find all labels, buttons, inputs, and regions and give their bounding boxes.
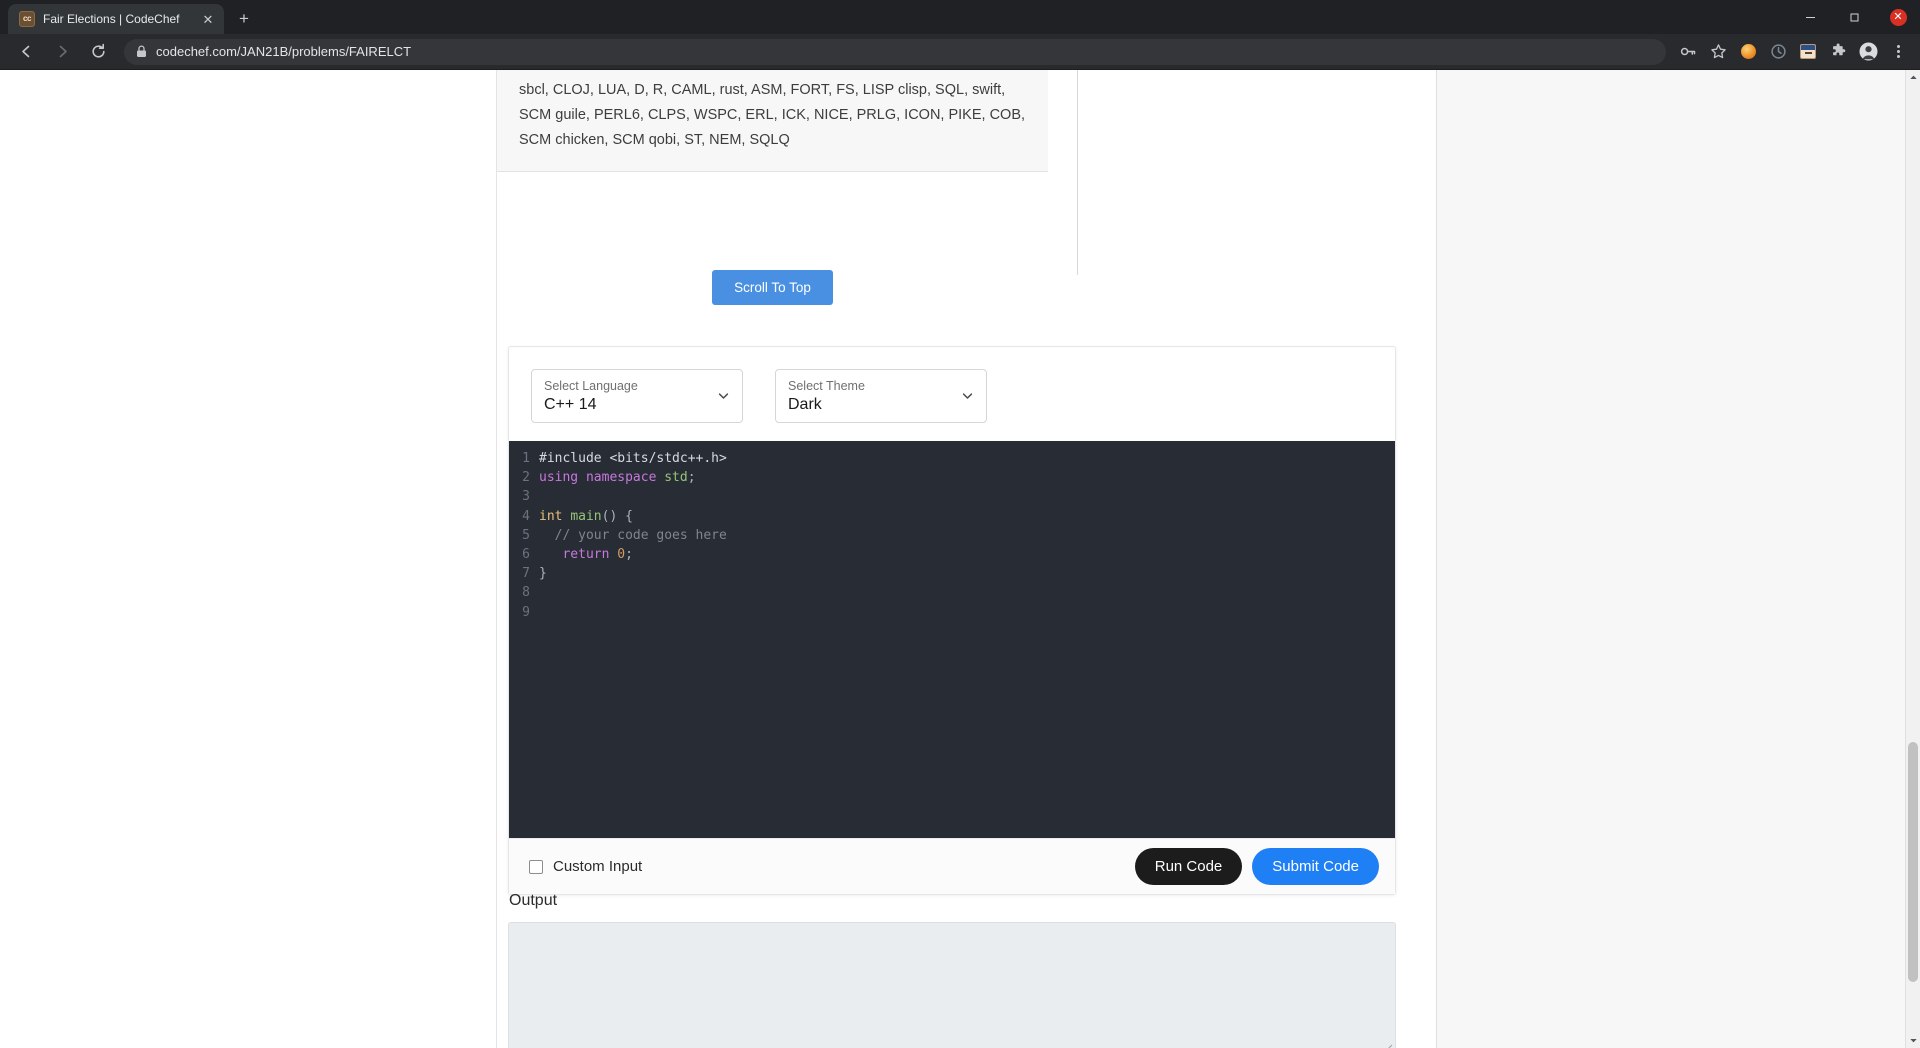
password-key-icon[interactable]: [1674, 38, 1702, 66]
code-line-number: 7: [522, 566, 530, 582]
code-line: 4 int main() {: [509, 507, 1395, 526]
code-line-number: 8: [522, 585, 530, 601]
toolbar-icons: [1674, 38, 1912, 66]
code-line: 5 // your code goes here: [509, 526, 1395, 545]
theme-select[interactable]: Select Theme Dark: [775, 369, 987, 423]
maximize-icon[interactable]: [1832, 0, 1876, 34]
extension-clock-icon[interactable]: [1764, 38, 1792, 66]
languages-line: NEM, SQLQ: [709, 132, 790, 148]
window-close-button[interactable]: ✕: [1876, 0, 1920, 34]
code-line-number: 6: [522, 546, 530, 562]
codechef-favicon: cc: [19, 11, 35, 27]
code-line-number: 3: [522, 489, 530, 505]
code-line: 9: [509, 603, 1395, 622]
scroll-up-arrow-icon[interactable]: [1906, 70, 1920, 85]
new-tab-button[interactable]: +: [230, 5, 258, 33]
lock-icon: [136, 45, 147, 58]
language-select-value: C++ 14: [544, 395, 597, 413]
page-scrollbar[interactable]: [1905, 70, 1920, 1048]
browser-toolbar: codechef.com/JAN21B/problems/FAIRELCT: [0, 34, 1920, 70]
code-line-text: #include <bits/stdc++.h>: [539, 451, 727, 466]
scroll-to-top-button[interactable]: Scroll To Top: [712, 270, 833, 305]
scroll-to-top-wrapper: Scroll To Top: [497, 270, 1048, 305]
ide-footer: Custom Input Run Code Submit Code: [509, 838, 1395, 894]
minimize-icon[interactable]: [1788, 0, 1832, 34]
back-arrow-icon[interactable]: [11, 37, 41, 67]
custom-input-toggle[interactable]: Custom Input: [529, 858, 642, 875]
code-line-number: 5: [522, 527, 530, 543]
bookmark-star-icon[interactable]: [1704, 38, 1732, 66]
address-bar[interactable]: codechef.com/JAN21B/problems/FAIRELCT: [124, 38, 1666, 65]
resize-grip-icon[interactable]: [1381, 1040, 1393, 1048]
code-line: 8: [509, 583, 1395, 602]
forward-arrow-icon[interactable]: [47, 37, 77, 67]
code-line: 1 #include <bits/stdc++.h>: [509, 449, 1395, 468]
three-dot-menu-icon[interactable]: [1884, 38, 1912, 66]
custom-input-checkbox[interactable]: [529, 859, 543, 874]
code-editor[interactable]: 1 #include <bits/stdc++.h> 2 using namespac…: [509, 441, 1395, 838]
puzzle-extensions-icon[interactable]: [1824, 38, 1852, 66]
layout-rule-left: [496, 70, 497, 1048]
ide-controls-row: Select Language C++ 14 Select Theme Dark: [509, 347, 1395, 441]
code-line: 3: [509, 487, 1395, 506]
language-select-label: Select Language: [544, 378, 638, 393]
code-line-text: // your code goes here: [539, 527, 727, 543]
code-line-text: int main() {: [539, 508, 633, 524]
theme-select-label: Select Theme: [788, 378, 865, 393]
extension-orange-icon[interactable]: [1734, 38, 1762, 66]
code-line-number: 9: [522, 604, 530, 620]
languages-paragraph: sbcl, CLOJ, LUA, D, R, CAML, rust, ASM, …: [519, 78, 1026, 153]
theme-select-value: Dark: [788, 395, 822, 413]
reload-icon[interactable]: [83, 37, 113, 67]
browser-tab[interactable]: cc Fair Elections | CodeChef ✕: [8, 4, 224, 34]
close-icon[interactable]: ✕: [200, 11, 216, 27]
code-line-text: using namespace std;: [539, 470, 696, 486]
code-line-text: }: [539, 566, 547, 582]
submit-code-button[interactable]: Submit Code: [1252, 848, 1379, 885]
output-textarea[interactable]: [508, 922, 1396, 1048]
output-label: Output: [509, 892, 558, 909]
layout-rule-right: [1077, 70, 1078, 275]
code-line: 2 using namespace std;: [509, 468, 1395, 487]
url-text: codechef.com/JAN21B/problems/FAIRELCT: [156, 44, 412, 59]
run-code-button[interactable]: Run Code: [1134, 848, 1243, 885]
tab-title: Fair Elections | CodeChef: [43, 12, 180, 26]
window-controls: ✕: [1788, 0, 1920, 34]
scroll-down-arrow-icon[interactable]: [1906, 1033, 1920, 1048]
page-viewport: sbcl, CLOJ, LUA, D, R, CAML, rust, ASM, …: [0, 70, 1920, 1048]
supported-languages-box: sbcl, CLOJ, LUA, D, R, CAML, rust, ASM, …: [497, 70, 1048, 172]
code-line: 6 return 0;: [509, 545, 1395, 564]
tab-strip: cc Fair Elections | CodeChef ✕ + ✕: [0, 0, 1920, 34]
code-line-number: 1: [522, 451, 530, 466]
codechef-problem-page: sbcl, CLOJ, LUA, D, R, CAML, rust, ASM, …: [0, 70, 1905, 1048]
code-line-number: 4: [522, 508, 530, 524]
close-icon: ✕: [1889, 8, 1907, 26]
page-right-gutter: [1436, 70, 1905, 1048]
code-line: 7}: [509, 564, 1395, 583]
online-ide-panel: Select Language C++ 14 Select Theme Dark: [508, 346, 1396, 895]
code-line-text: return 0;: [539, 546, 633, 562]
code-line-number: 2: [522, 470, 530, 486]
code-editor-lines[interactable]: 1 #include <bits/stdc++.h> 2 using namespac…: [509, 441, 1395, 622]
extension-avatar-icon[interactable]: [1794, 38, 1822, 66]
language-select[interactable]: Select Language C++ 14: [531, 369, 743, 423]
chevron-down-icon: [716, 389, 731, 404]
profile-avatar-icon[interactable]: [1854, 38, 1882, 66]
browser-window: cc Fair Elections | CodeChef ✕ + ✕ codec…: [0, 0, 1920, 1048]
chevron-down-icon: [960, 389, 975, 404]
languages-line: sbcl, CLOJ, LUA, D, R, CAML, rust, ASM, …: [519, 82, 898, 98]
scrollbar-thumb[interactable]: [1908, 742, 1918, 982]
custom-input-label: Custom Input: [553, 858, 643, 875]
